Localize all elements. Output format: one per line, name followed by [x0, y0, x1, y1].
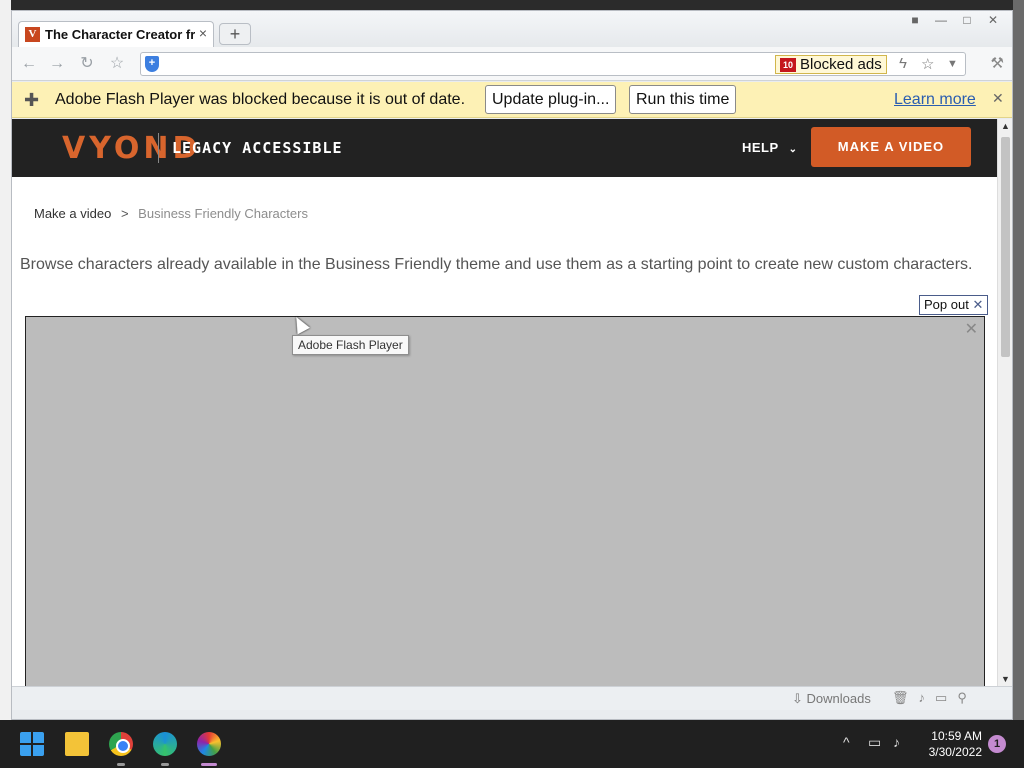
- update-plugin-button[interactable]: Update plug-in...: [485, 85, 617, 114]
- back-arrow-icon[interactable]: ←: [18, 54, 40, 74]
- logo-subtitle: LEGACY ACCESSIBLE: [172, 139, 343, 157]
- file-explorer-icon[interactable]: [65, 732, 89, 756]
- breadcrumb-home-link[interactable]: Make a video: [34, 206, 111, 221]
- vyond-favicon-icon: V: [25, 27, 40, 42]
- run-this-time-button[interactable]: Run this time: [629, 85, 737, 114]
- desktop-edge-left: [0, 0, 11, 720]
- page-scrollbar[interactable]: ▲ ▼: [997, 119, 1012, 686]
- chrome-icon[interactable]: [109, 732, 133, 756]
- blocked-ads-button[interactable]: 10 Blocked ads: [775, 55, 887, 74]
- system-clock[interactable]: 10:59 AM 3/30/2022: [912, 728, 982, 760]
- plugin-blocked-infobar: ✚ Adobe Flash Player was blocked because…: [12, 82, 1012, 118]
- network-icon[interactable]: ▭: [868, 734, 881, 751]
- windows-start-icon[interactable]: [20, 732, 44, 756]
- tab-character-creator[interactable]: V The Character Creator fr ×: [18, 21, 214, 47]
- close-window-icon[interactable]: ✕: [982, 11, 1004, 29]
- edge-running-indicator: [161, 763, 169, 766]
- status-bar: ⇩ Downloads 🗑 ♪ ▭ ⚲: [12, 686, 1012, 710]
- downloads-button[interactable]: ⇩ Downloads: [792, 691, 871, 707]
- pop-out-label: Pop out: [924, 297, 969, 312]
- blocked-ads-count: 10: [780, 58, 796, 72]
- browser-app-icon[interactable]: [197, 732, 221, 756]
- flash-tooltip: Adobe Flash Player: [292, 335, 409, 355]
- help-label: HELP: [742, 140, 779, 155]
- pop-out-button[interactable]: Pop out ✕: [919, 295, 989, 315]
- window-controls: ■ — □ ✕: [904, 11, 1004, 31]
- chrome-running-indicator: [117, 763, 125, 766]
- infobar-close-icon[interactable]: ✕: [992, 90, 1004, 107]
- wrench-menu-icon[interactable]: ⚒: [991, 54, 1004, 72]
- browser-toolbar: ← → ↻ ☆ + 10 Blocked ads ϟ ☆ ▼ ⚒: [12, 47, 1012, 81]
- edge-icon[interactable]: [153, 732, 177, 756]
- downloads-label: Downloads: [806, 691, 871, 706]
- address-bar[interactable]: + 10 Blocked ads ϟ ☆ ▼: [140, 52, 966, 76]
- desktop-edge-right: [1013, 0, 1024, 720]
- flash-close-icon[interactable]: ✕: [965, 319, 978, 339]
- learn-more-link[interactable]: Learn more: [894, 91, 976, 109]
- logo-divider: [158, 133, 159, 163]
- taskbar: ^ ▭ ♪ 10:59 AM 3/30/2022 1: [0, 720, 1024, 768]
- chevron-up-icon[interactable]: ^: [843, 734, 850, 750]
- puzzle-plugin-icon: ✚: [24, 90, 40, 110]
- download-icon: ⇩: [792, 691, 803, 706]
- page-viewport: VYOND LEGACY ACCESSIBLE HELP ⌄ MAKE A VI…: [12, 119, 997, 686]
- clock-time: 10:59 AM: [931, 729, 982, 743]
- adblock-shield-icon[interactable]: +: [145, 56, 159, 72]
- breadcrumb: Make a video > Business Friendly Charact…: [34, 206, 308, 221]
- speaker-icon[interactable]: ♪: [919, 690, 926, 706]
- reload-icon[interactable]: ↻: [76, 54, 98, 74]
- forward-arrow-icon[interactable]: →: [46, 54, 68, 74]
- maximize-icon[interactable]: □: [956, 11, 978, 29]
- window-icon[interactable]: ▭: [935, 690, 947, 706]
- dropdown-arrow-icon[interactable]: ▼: [947, 58, 958, 70]
- chevron-down-icon: ⌄: [788, 144, 798, 155]
- scroll-up-icon[interactable]: ▲: [1001, 121, 1010, 131]
- make-a-video-button[interactable]: MAKE A VIDEO: [811, 127, 971, 167]
- theme-icon[interactable]: ■: [904, 11, 926, 29]
- clock-date: 3/30/2022: [928, 745, 982, 759]
- lightning-icon[interactable]: ϟ: [899, 55, 907, 72]
- help-menu[interactable]: HELP ⌄: [742, 140, 797, 155]
- tab-close-icon[interactable]: ×: [199, 25, 207, 41]
- zoom-icon[interactable]: ⚲: [957, 690, 967, 706]
- minimize-icon[interactable]: —: [930, 11, 952, 29]
- tab-title: The Character Creator fr: [45, 27, 195, 42]
- intro-text: Browse characters already available in t…: [20, 256, 973, 273]
- site-header: VYOND LEGACY ACCESSIBLE HELP ⌄ MAKE A VI…: [12, 119, 997, 177]
- breadcrumb-current: Business Friendly Characters: [138, 206, 308, 221]
- browser-window: V The Character Creator fr × + ■ — □ ✕ ←…: [11, 10, 1013, 720]
- infobar-message: Adobe Flash Player was blocked because i…: [55, 91, 466, 108]
- notification-badge[interactable]: 1: [988, 735, 1006, 753]
- scroll-down-icon[interactable]: ▼: [1001, 674, 1010, 684]
- tab-strip: V The Character Creator fr × + ■ — □ ✕: [12, 11, 1012, 47]
- close-icon[interactable]: ✕: [972, 297, 983, 312]
- new-tab-button[interactable]: +: [219, 23, 251, 45]
- scroll-thumb[interactable]: [1001, 137, 1010, 357]
- flash-plugin-placeholder[interactable]: ✕: [25, 316, 985, 686]
- volume-icon[interactable]: ♪: [893, 734, 900, 750]
- favorite-star-icon[interactable]: ☆: [921, 55, 934, 73]
- trash-icon[interactable]: 🗑: [892, 690, 909, 706]
- breadcrumb-separator: >: [120, 206, 129, 221]
- status-icons: 🗑 ♪ ▭ ⚲: [892, 690, 967, 706]
- blocked-ads-label: Blocked ads: [800, 56, 882, 73]
- active-app-indicator: [201, 763, 217, 766]
- bookmark-star-icon[interactable]: ☆: [106, 54, 128, 74]
